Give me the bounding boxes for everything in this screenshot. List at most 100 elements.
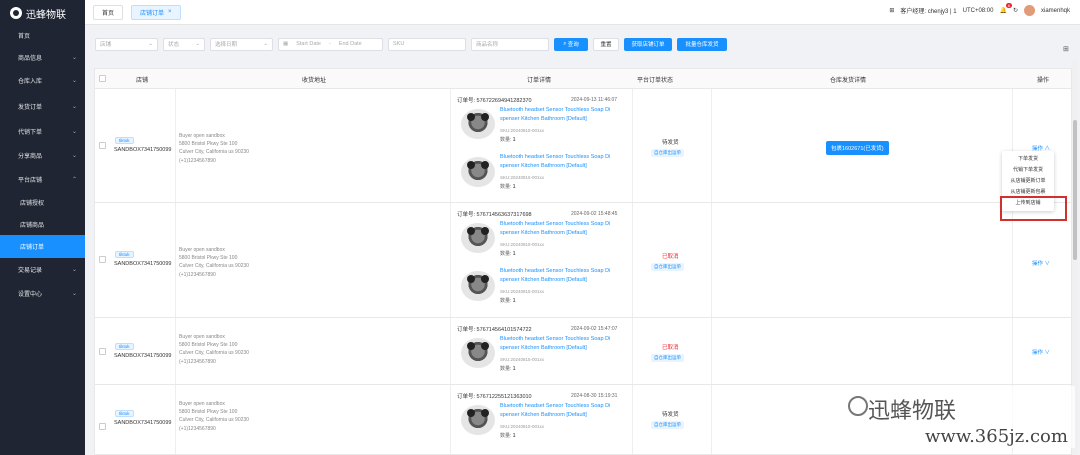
- product-title[interactable]: Bluetooth headset Sensor Touchless Soap …: [500, 153, 625, 170]
- shop-tag: tiktok: [115, 137, 134, 144]
- order-status: 待发货: [662, 412, 679, 418]
- tab-home[interactable]: 首页: [93, 4, 124, 20]
- avatar[interactable]: [1023, 5, 1035, 16]
- order-time: 2024-09-13 11:46:07: [571, 97, 618, 103]
- chevron-down-icon: ⌄: [71, 153, 77, 159]
- header-actions: 操作: [1037, 78, 1050, 84]
- status-select[interactable]: 状态 ⌄: [163, 37, 205, 51]
- product-thumbnail[interactable]: [461, 405, 495, 435]
- date-type-select[interactable]: 选择日期 ⌄: [210, 37, 273, 51]
- date-range-picker[interactable]: ▦ Start Date - End Date: [278, 37, 383, 51]
- product-qty: 数量: 1: [500, 184, 516, 190]
- actions-dropdown-toggle[interactable]: 操作 ∨: [1032, 348, 1050, 356]
- product-qty: 数量: 1: [500, 251, 516, 257]
- shop-id: SANDBOX7341750099: [114, 147, 172, 153]
- filter-bar: 店铺 ⌄ 状态 ⌄ 选择日期 ⌄ ▦ Start Date - End Date SKU 商…: [95, 37, 1075, 51]
- sidebar-item-shop-products[interactable]: 店铺商品: [0, 213, 85, 236]
- product-title[interactable]: Bluetooth headset Sensor Touchless Soap …: [500, 402, 625, 419]
- sidebar: 迅蜂物联 首页 商品信息 ⌄ 仓库入库 ⌄ 发货订单 ⌄ 代销下单 ⌄ 分享商品 ⌄ 平台…: [0, 0, 85, 455]
- shipping-address: Buyer open sandbox 5800 Bristol Pkwy Ste …: [179, 133, 249, 164]
- bell-icon[interactable]: 🔔 6: [999, 3, 1012, 14]
- fetch-shop-orders-button[interactable]: 获取店铺订单: [624, 37, 672, 51]
- chevron-down-icon: ⌄: [71, 78, 77, 84]
- product-name-input[interactable]: 商品名称: [471, 37, 549, 51]
- refresh-icon[interactable]: ↻: [1013, 7, 1018, 14]
- chevron-up-icon: ⌃: [71, 177, 77, 183]
- close-icon[interactable]: ×: [168, 9, 172, 15]
- sidebar-item-consign[interactable]: 代销下单 ⌄: [0, 120, 85, 143]
- sidebar-item-shop-orders[interactable]: 店铺订单: [0, 235, 85, 258]
- product-thumbnail[interactable]: [461, 109, 495, 139]
- product-sku: SKU:20240815-001xx: [500, 424, 545, 429]
- menu-item-update-order-from-shop[interactable]: 从店铺更新订单: [1002, 175, 1054, 186]
- shop-select[interactable]: 店铺 ⌄: [95, 37, 158, 51]
- column-settings-icon[interactable]: ⊞: [1063, 45, 1069, 53]
- highlight-box: [1000, 196, 1067, 221]
- product-qty: 数量: 1: [500, 433, 516, 439]
- status-tag: 自仓库出运单: [651, 263, 684, 271]
- scrollbar-thumb[interactable]: [1073, 120, 1077, 260]
- sidebar-item-settings[interactable]: 设置中心 ⌄: [0, 282, 85, 305]
- product-thumbnail[interactable]: [461, 157, 495, 187]
- row-checkbox[interactable]: [99, 348, 106, 355]
- product-thumbnail[interactable]: [461, 338, 495, 368]
- order-time: 2024-09-02 15:48:45: [571, 211, 618, 217]
- header-right: ⊞ 客户经理: chenjy3 | 1 UTC+08:00 🔔 6 ↻ xiame…: [889, 3, 1070, 16]
- search-button[interactable]: ⌕ 查询: [554, 37, 588, 51]
- sidebar-item-shop-auth[interactable]: 店铺授权: [0, 191, 85, 214]
- package-button[interactable]: 包裹1602671(已发货): [826, 141, 889, 155]
- actions-dropdown-toggle[interactable]: 操作 ∨: [1032, 259, 1050, 267]
- product-thumbnail[interactable]: [461, 223, 495, 253]
- timezone: UTC+08:00: [962, 7, 994, 14]
- product-title[interactable]: Bluetooth headset Sensor Touchless Soap …: [500, 106, 625, 123]
- menu-item-place-order-ship[interactable]: 下单发货: [1002, 153, 1054, 164]
- top-bar: 首页 店铺订单 × ⊞ 客户经理: chenjy3 | 1 UTC+08:00 🔔…: [85, 0, 1080, 25]
- grid-icon[interactable]: ⊞: [889, 7, 894, 14]
- product-qty: 数量: 1: [500, 137, 516, 143]
- sidebar-item-platform-shops[interactable]: 平台店铺 ⌃: [0, 168, 85, 191]
- product-title[interactable]: Bluetooth headset Sensor Touchless Soap …: [500, 335, 625, 352]
- product-sku: SKU:20240815-001xx: [500, 175, 545, 180]
- status-tag: 自仓库出运单: [651, 421, 684, 429]
- order-time: 2024-09-02 15:47:07: [571, 326, 618, 332]
- header-order-details: 订单详情: [527, 78, 552, 84]
- table-header: 店铺 收货地址 订单详情 平台订单状态 仓库发货详情 操作: [95, 69, 1071, 89]
- sidebar-item-inbound[interactable]: 仓库入库 ⌄: [0, 69, 85, 92]
- order-number: 订单号: 576712255121363010: [457, 394, 532, 400]
- logo-icon: [10, 7, 22, 19]
- product-qty: 数量: 1: [500, 366, 516, 372]
- chevron-down-icon: ⌄: [71, 129, 77, 135]
- chevron-down-icon: ⌄: [148, 41, 153, 47]
- product-title[interactable]: Bluetooth headset Sensor Touchless Soap …: [500, 267, 625, 284]
- product-sku: SKU:20240815-001xx: [500, 357, 545, 362]
- product-qty: 数量: 1: [500, 298, 516, 304]
- table-row: tiktok SANDBOX7341750099 Buyer open sand…: [95, 318, 1071, 385]
- product-sku: SKU:20240815-001xx: [500, 289, 545, 294]
- header-platform-status: 平台订单状态: [637, 78, 674, 84]
- sidebar-item-shipping-orders[interactable]: 发货订单 ⌄: [0, 95, 85, 118]
- row-checkbox[interactable]: [99, 142, 106, 149]
- row-checkbox[interactable]: [99, 423, 106, 430]
- sidebar-item-share[interactable]: 分享商品 ⌄: [0, 144, 85, 167]
- batch-warehouse-ship-button[interactable]: 批量仓库发货: [677, 37, 727, 51]
- sku-input[interactable]: SKU: [388, 37, 466, 51]
- tab-shop-orders[interactable]: 店铺订单 ×: [131, 4, 181, 20]
- reset-button[interactable]: 重置: [593, 37, 619, 51]
- order-status: 已取消: [662, 345, 679, 351]
- menu-item-consign-order-ship[interactable]: 代销下单发货: [1002, 164, 1054, 175]
- customer-manager: 客户经理: chenjy3 | 1: [900, 9, 957, 15]
- chevron-down-icon: ⌄: [195, 41, 200, 47]
- sidebar-item-products[interactable]: 商品信息 ⌄: [0, 46, 85, 69]
- order-number: 订单号: 576714563637317698: [457, 212, 532, 218]
- product-thumbnail[interactable]: [461, 271, 495, 301]
- watermark-url: www.365jz.com: [925, 426, 1068, 447]
- product-title[interactable]: Bluetooth headset Sensor Touchless Soap …: [500, 220, 625, 237]
- watermark-logo-icon: [848, 396, 868, 416]
- sidebar-item-home[interactable]: 首页: [0, 24, 85, 47]
- sidebar-item-transactions[interactable]: 交易记录 ⌄: [0, 258, 85, 281]
- shop-tag: tiktok: [115, 343, 134, 350]
- select-all-checkbox[interactable]: [99, 75, 106, 82]
- shipping-address: Buyer open sandbox 5800 Bristol Pkwy Ste …: [179, 401, 249, 432]
- username[interactable]: xiamenhqk: [1041, 8, 1070, 14]
- row-checkbox[interactable]: [99, 256, 106, 263]
